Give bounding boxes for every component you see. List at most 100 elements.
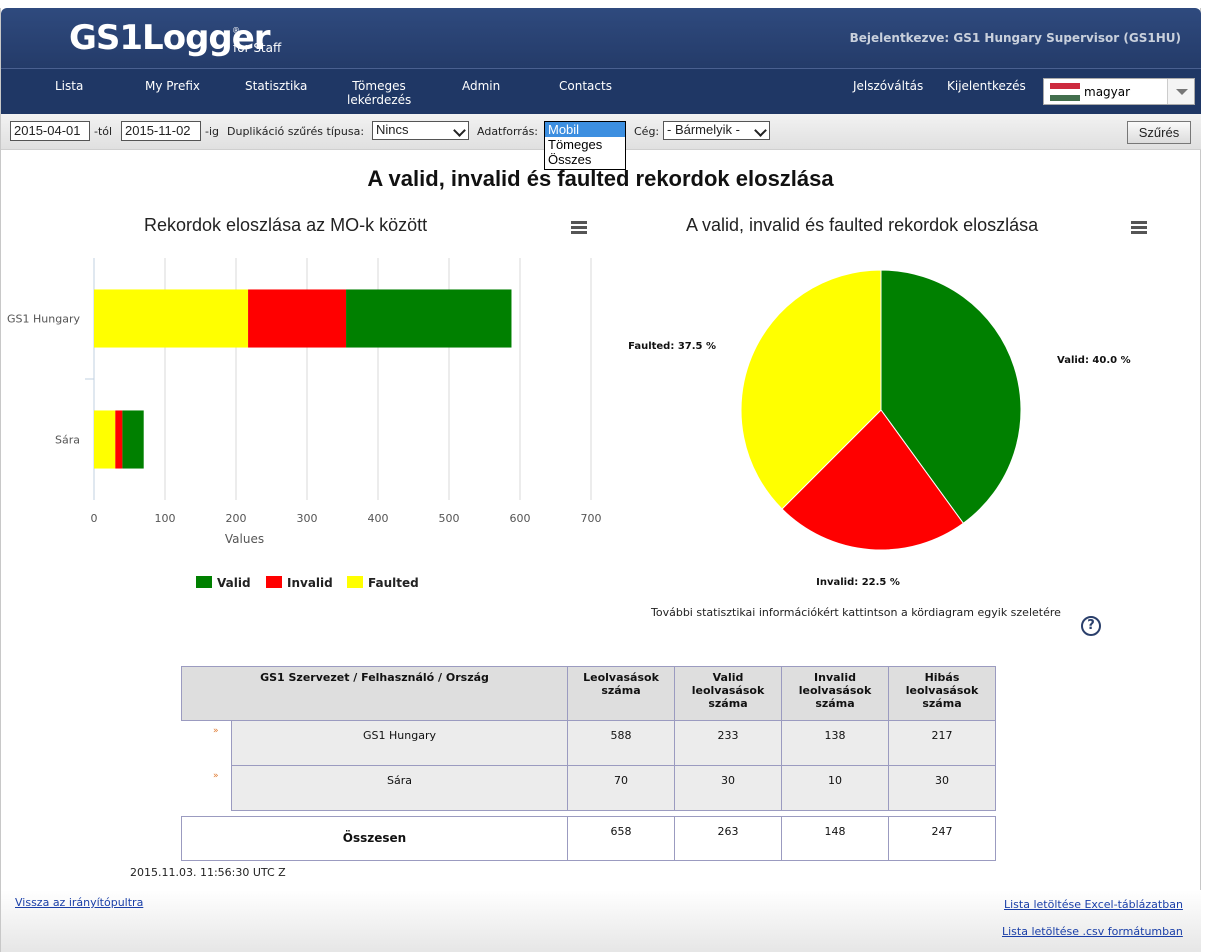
bar-chart-title: Rekordok eloszlása az MO-k között — [144, 215, 428, 235]
nav-kijelentkezes[interactable]: Kijelentkezés — [947, 79, 1026, 93]
nav-admin[interactable]: Admin — [462, 79, 500, 93]
company-label: Cég: — [634, 125, 660, 138]
header-reads: Leolvasások száma — [567, 666, 675, 721]
nav-tomeges-line1: Tömeges — [352, 79, 406, 93]
y-tick-label: GS1 Hungary — [7, 313, 80, 326]
legend-swatch — [266, 576, 282, 588]
chevron-down-icon[interactable] — [1167, 79, 1194, 104]
x-tick-label: 0 — [91, 512, 98, 525]
dup-filter-label: Duplikáció szűrés típusa: — [227, 125, 365, 138]
source-option-osszes[interactable]: Összes — [545, 152, 625, 167]
pie-label-invalid: Invalid: 22.5 % — [816, 577, 900, 588]
legend-label[interactable]: Invalid — [287, 576, 333, 590]
header-org: GS1 Szervezet / Felhasználó / Ország — [181, 666, 568, 721]
header-invalid-l3: száma — [815, 697, 855, 710]
x-tick-label: 200 — [226, 512, 247, 525]
y-tick-label: Sára — [55, 434, 80, 447]
language-value: magyar — [1084, 85, 1131, 99]
excel-download-link[interactable]: Lista letöltése Excel-táblázatban — [1004, 898, 1183, 911]
nav-jelszovaltas[interactable]: Jelszóváltás — [853, 79, 923, 93]
filter-button[interactable]: Szűrés — [1127, 121, 1191, 144]
table-cell: 10 — [781, 765, 889, 811]
source-listbox[interactable]: Mobil Tömeges Összes — [544, 121, 626, 170]
back-to-dashboard-link[interactable]: Vissza az irányítópultra — [15, 896, 143, 909]
x-tick-label: 600 — [510, 512, 531, 525]
table-cell: 233 — [674, 720, 782, 766]
total-cell: 148 — [781, 816, 889, 861]
source-option-mobil[interactable]: Mobil — [545, 122, 625, 137]
pie-chart-title: A valid, invalid és faulted rekordok elo… — [686, 215, 1039, 235]
header-faulty-l1: Hibás — [924, 671, 960, 684]
x-tick-label: 100 — [155, 512, 176, 525]
table-cell: 138 — [781, 720, 889, 766]
timestamp: 2015.11.03. 11:56:30 UTC Z — [130, 866, 286, 879]
table-cell: 70 — [567, 765, 675, 811]
csv-download-link[interactable]: Lista letöltése .csv formátumban — [1002, 925, 1183, 938]
bar-invalid[interactable] — [115, 410, 123, 469]
total-cell: 247 — [888, 816, 996, 861]
nav-lista[interactable]: Lista — [55, 79, 83, 93]
header-faulty-l3: száma — [922, 697, 962, 710]
hungarian-flag-icon — [1050, 83, 1080, 101]
header-org-text: GS1 Szervezet / Felhasználó / Ország — [260, 671, 489, 684]
header-valid-l1: Valid — [712, 671, 744, 684]
legend-label[interactable]: Faulted — [368, 576, 419, 590]
nav-tomeges-line2: lekérdezés — [347, 93, 412, 107]
language-select[interactable]: magyar — [1043, 78, 1195, 105]
header-valid: Valid leolvasások száma — [674, 666, 782, 721]
total-cell: 658 — [567, 816, 675, 861]
bar-chart: 0 100 200 300 400 500 600 700 GS1 Hungary Sára Val… — [7, 258, 602, 590]
total-cell: 263 — [674, 816, 782, 861]
bar-valid[interactable] — [122, 410, 144, 469]
logo-registered-mark: ® — [232, 26, 240, 35]
source-option-tomeges[interactable]: Tömeges — [545, 137, 625, 152]
x-tick-label: 400 — [368, 512, 389, 525]
table-cell: 217 — [888, 720, 996, 766]
table-row-org[interactable]: GS1 Hungary — [231, 720, 568, 766]
x-tick-label: 300 — [297, 512, 318, 525]
pie-chart: Valid: 40.0 % Invalid: 22.5 % Faulted: 37.… — [628, 269, 1131, 588]
header-invalid: Invalid leolvasások száma — [781, 666, 889, 721]
help-icon[interactable]: ? — [1081, 616, 1101, 636]
table-row-org[interactable]: Sára — [231, 765, 568, 811]
bar-chart-menu-icon[interactable] — [571, 221, 587, 234]
legend-swatch — [347, 576, 363, 588]
bar-faulted[interactable] — [94, 410, 116, 469]
date-to-label: -ig — [205, 125, 220, 138]
table-cell: 30 — [888, 765, 996, 811]
expand-row-icon[interactable]: » — [213, 726, 219, 736]
login-info: Bejelentkezve: GS1 Hungary Supervisor (G… — [849, 31, 1181, 45]
nav-contacts[interactable]: Contacts — [559, 79, 612, 93]
header-valid-l3: száma — [708, 697, 748, 710]
bar-faulted[interactable] — [94, 289, 249, 348]
legend-label[interactable]: Valid — [217, 576, 251, 590]
date-from-input[interactable]: 2015-04-01 — [10, 121, 90, 141]
pie-chart-menu-icon[interactable] — [1131, 221, 1147, 234]
expand-row-icon[interactable]: » — [213, 771, 219, 781]
date-from-label: -tól — [94, 125, 113, 138]
legend-swatch — [196, 576, 212, 588]
source-label: Adatforrás: — [477, 125, 538, 138]
x-tick-label: 500 — [439, 512, 460, 525]
table-cell: 588 — [567, 720, 675, 766]
x-axis-label: Values — [225, 532, 264, 546]
header-valid-l2: leolvasások — [691, 684, 765, 697]
header-faulty-l2: leolvasások — [905, 684, 979, 697]
bar-invalid[interactable] — [248, 289, 347, 348]
x-tick-label: 700 — [581, 512, 602, 525]
app-header: GS1Logger ® for Staff Bejelentkezve: GS1… — [1, 8, 1201, 68]
nav-tomeges-lekerdezes[interactable]: Tömeges lekérdezés — [347, 79, 411, 107]
nav-my-prefix[interactable]: My Prefix — [145, 79, 200, 93]
header-reads-l2: száma — [601, 684, 641, 697]
main-nav: Lista My Prefix Statisztika Tömeges leké… — [1, 68, 1201, 114]
header-invalid-l2: leolvasások — [798, 684, 872, 697]
dup-filter-select[interactable]: Nincs — [372, 121, 469, 140]
bar-valid[interactable] — [346, 289, 512, 348]
header-reads-l1: Leolvasások — [583, 671, 659, 684]
pie-hint-text: További statisztikai információkért katt… — [651, 606, 1061, 619]
header-invalid-l1: Invalid — [814, 671, 856, 684]
pie-label-valid: Valid: 40.0 % — [1057, 355, 1131, 366]
nav-statisztika[interactable]: Statisztika — [245, 79, 307, 93]
company-select[interactable]: - Bármelyik - — [663, 121, 770, 140]
date-to-input[interactable]: 2015-11-02 — [121, 121, 201, 141]
